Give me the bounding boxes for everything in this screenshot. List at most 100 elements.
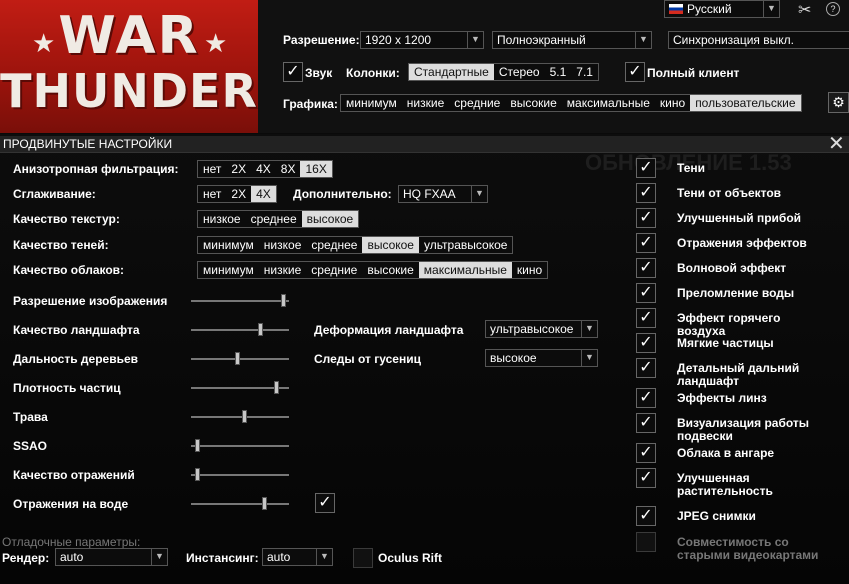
chevron-down-icon: ▼ [581,321,597,337]
tex-option[interactable]: высокое [301,211,359,227]
graphics-preset-option[interactable]: кино [655,95,690,111]
slider-track[interactable] [191,352,289,365]
feature-checkbox[interactable]: ✓ [636,358,656,378]
tex-selector: низкое среднее высокое [197,210,360,228]
terrain-deform-select[interactable]: ультравысокое ▼ [485,320,598,338]
gear-icon[interactable]: ⚙ [828,92,849,113]
aniso-option[interactable]: 16X [300,161,332,177]
slider-track[interactable] [191,323,289,336]
feature-checkbox[interactable]: ✓ [636,413,656,433]
sound-checkbox[interactable]: ✓ [283,62,303,82]
slider-handle[interactable] [195,439,200,452]
aniso-option[interactable]: 2X [226,161,251,177]
tools-icon[interactable]: ✂ [798,0,811,20]
water-reflection-checkbox[interactable]: ✓ [315,493,335,513]
feature-checkbox[interactable]: ✓ [636,388,656,408]
feature-checkbox[interactable]: ✓ [636,532,656,552]
aa-option[interactable]: 4X [251,186,276,202]
feature-checkbox[interactable]: ✓ [636,443,656,463]
graphics-preset-option[interactable]: минимум [341,95,402,111]
speakers-option[interactable]: Стандартные [409,64,494,80]
tex-option[interactable]: среднее [246,211,302,227]
language-select[interactable]: Русский ▼ [664,0,780,18]
speakers-label: Колонки: [346,66,400,80]
slider-handle[interactable] [258,323,263,336]
aa-option[interactable]: нет [198,186,226,202]
graphics-preset-option[interactable]: высокие [505,95,561,111]
resolution-select[interactable]: 1920 x 1200 ▼ [360,31,484,49]
slider-handle[interactable] [195,468,200,481]
render-value: auto [60,550,84,564]
help-icon[interactable]: ? [826,2,840,16]
terrain-deform-value: ультравысокое [490,322,574,336]
shadow-option[interactable]: минимум [198,237,259,253]
shadow-option[interactable]: высокое [362,237,419,253]
feature-checkbox[interactable]: ✓ [636,468,656,488]
clouds-label: Качество облаков: [13,263,125,277]
aa-extra-select[interactable]: HQ FXAA ▼ [398,185,488,203]
slider-label: Трава [13,410,48,424]
aa-extra-value: HQ FXAA [403,187,456,201]
slider-handle[interactable] [281,294,286,307]
clouds-option[interactable]: минимум [198,262,259,278]
feature-checkbox[interactable]: ✓ [636,158,656,178]
speakers-option[interactable]: Стерео [494,64,545,80]
feature-checkbox[interactable]: ✓ [636,233,656,253]
graphics-preset-option[interactable]: максимальные [562,95,655,111]
slider-label: Дальность деревьев [13,352,139,366]
feature-checkbox[interactable]: ✓ [636,506,656,526]
clouds-option[interactable]: кино [512,262,547,278]
shadow-option[interactable]: низкое [259,237,307,253]
feature-checkbox[interactable]: ✓ [636,208,656,228]
feature-label: Отражения эффектов [677,236,807,250]
graphics-preset-option[interactable]: низкие [402,95,449,111]
aniso-option[interactable]: 8X [276,161,301,177]
feature-checkbox[interactable]: ✓ [636,183,656,203]
feature-checkbox[interactable]: ✓ [636,333,656,353]
instancing-select[interactable]: auto ▼ [262,548,333,566]
vsync-select[interactable]: Синхронизация выкл. [668,31,849,49]
feature-checkbox[interactable]: ✓ [636,283,656,303]
close-icon[interactable]: ✕ [828,131,845,156]
war-thunder-logo: ★ ★ WAR THUNDER [0,0,258,133]
slider-label: Плотность частиц [13,381,121,395]
slider-handle[interactable] [262,497,267,510]
speakers-option[interactable]: 5.1 [545,64,572,80]
slider-track[interactable] [191,497,289,510]
clouds-option[interactable]: высокие [362,262,418,278]
tex-option[interactable]: низкое [198,211,246,227]
slider-track[interactable] [191,381,289,394]
russian-flag-icon [669,4,683,14]
aniso-option[interactable]: 4X [251,161,276,177]
graphics-preset-option[interactable]: средние [449,95,505,111]
oculus-label: Oculus Rift [378,551,443,565]
clouds-option[interactable]: максимальные [418,262,512,278]
clouds-option[interactable]: средние [306,262,362,278]
render-select[interactable]: auto ▼ [55,548,168,566]
chevron-down-icon: ▼ [316,549,332,565]
shadow-option[interactable]: ультравысокое [419,237,512,253]
slider-track[interactable] [191,294,289,307]
feature-checkbox[interactable]: ✓ [636,308,656,328]
slider-track[interactable] [191,410,289,423]
shadow-option[interactable]: среднее [306,237,362,253]
slider-handle[interactable] [242,410,247,423]
slider-track[interactable] [191,468,289,481]
shadow-selector: минимум низкое среднее высокое ультравысокое [197,236,514,254]
sound-label: Звук [305,66,333,80]
slider-track[interactable] [191,439,289,452]
slider-handle[interactable] [235,352,240,365]
aniso-option[interactable]: нет [198,161,226,177]
clouds-option[interactable]: низкие [259,262,306,278]
aa-option[interactable]: 2X [226,186,251,202]
oculus-checkbox[interactable] [353,548,373,568]
speakers-option[interactable]: 7.1 [571,64,598,80]
vsync-value: Синхронизация выкл. [673,33,794,47]
tracks-select[interactable]: высокое ▼ [485,349,598,367]
chevron-down-icon: ▼ [635,32,651,48]
graphics-preset-option[interactable]: пользовательские [690,95,801,111]
display-mode-select[interactable]: Полноэкранный ▼ [492,31,652,49]
slider-handle[interactable] [274,381,279,394]
full-client-checkbox[interactable]: ✓ [625,62,645,82]
feature-checkbox[interactable]: ✓ [636,258,656,278]
